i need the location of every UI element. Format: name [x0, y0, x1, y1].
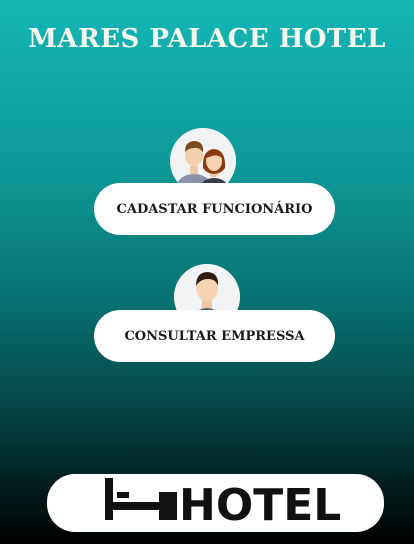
register-employee-label: CADASTAR FUNCIONÁRIO — [116, 201, 313, 217]
page-title: MARES PALACE HOTEL — [28, 24, 386, 54]
hotel-bed-logo: HOTEL — [105, 478, 341, 531]
consult-company-label: CONSULTAR EMPRESSA — [124, 328, 305, 344]
hotel-logo: HOTEL — [47, 474, 384, 532]
logo-text: HOTEL — [179, 480, 341, 531]
register-employee-button[interactable]: CADASTAR FUNCIONÁRIO — [94, 183, 335, 235]
consult-company-button[interactable]: CONSULTAR EMPRESSA — [94, 310, 335, 362]
